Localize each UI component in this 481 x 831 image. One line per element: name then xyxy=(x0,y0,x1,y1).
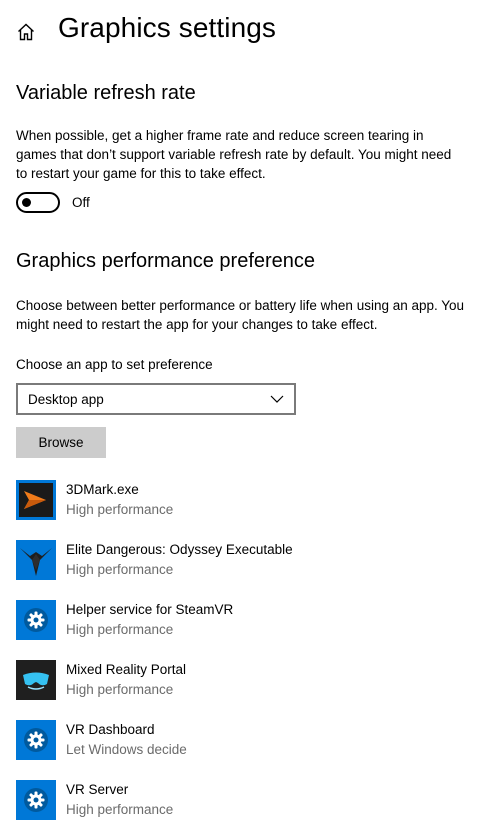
toggle-knob xyxy=(22,197,31,207)
app-preference: High performance xyxy=(66,622,174,637)
home-icon xyxy=(18,23,34,41)
gear-icon xyxy=(16,780,56,820)
gpp-section-title: Graphics performance preference xyxy=(16,250,316,272)
list-item[interactable]: Mixed Reality Portal High performance xyxy=(16,660,476,720)
home-button[interactable] xyxy=(14,20,38,44)
browse-button[interactable]: Browse xyxy=(16,427,106,458)
list-item[interactable]: VR Dashboard Let Windows decide xyxy=(16,720,476,780)
app-type-dropdown[interactable]: Desktop app xyxy=(16,383,296,415)
gear-icon xyxy=(16,720,56,760)
app-type-dropdown-value: Desktop app xyxy=(28,391,104,407)
app-preference: High performance xyxy=(66,802,174,817)
3dmark-icon xyxy=(16,480,56,520)
gpp-description: Choose between better performance or bat… xyxy=(16,298,465,332)
vrr-toggle-row: Off xyxy=(16,191,90,213)
list-item[interactable]: Helper service for SteamVR High performa… xyxy=(16,600,476,660)
app-name: Elite Dangerous: Odyssey Executable xyxy=(66,542,293,557)
app-preference: High performance xyxy=(66,682,174,697)
app-name: VR Dashboard xyxy=(66,722,155,737)
app-preference: High performance xyxy=(66,502,174,517)
vrr-toggle-switch[interactable] xyxy=(16,191,60,213)
elite-dangerous-icon xyxy=(16,540,56,580)
app-preference: High performance xyxy=(66,562,174,577)
app-name: 3DMark.exe xyxy=(66,482,139,497)
app-select-label: Choose an app to set preference xyxy=(16,357,213,372)
chevron-down-icon xyxy=(270,395,284,403)
gear-icon xyxy=(16,600,56,640)
list-item[interactable]: VR Server High performance xyxy=(16,780,476,831)
header: Graphics settings xyxy=(0,0,481,62)
vrr-description: When possible, get a higher frame rate a… xyxy=(16,128,452,181)
app-name: VR Server xyxy=(66,782,129,797)
mixed-reality-icon xyxy=(16,660,56,700)
app-name: Helper service for SteamVR xyxy=(66,602,234,617)
app-name: Mixed Reality Portal xyxy=(66,662,187,677)
app-list: 3DMark.exe High performance Elite Danger… xyxy=(16,480,476,831)
page-title: Graphics settings xyxy=(58,12,277,43)
list-item[interactable]: Elite Dangerous: Odyssey Executable High… xyxy=(16,540,476,600)
vrr-toggle-state: Off xyxy=(72,194,90,210)
vrr-section-title: Variable refresh rate xyxy=(16,82,196,104)
app-preference: Let Windows decide xyxy=(66,742,187,757)
graphics-settings-page: Graphics settings Variable refresh rate … xyxy=(0,0,481,831)
list-item[interactable]: 3DMark.exe High performance xyxy=(16,480,476,540)
